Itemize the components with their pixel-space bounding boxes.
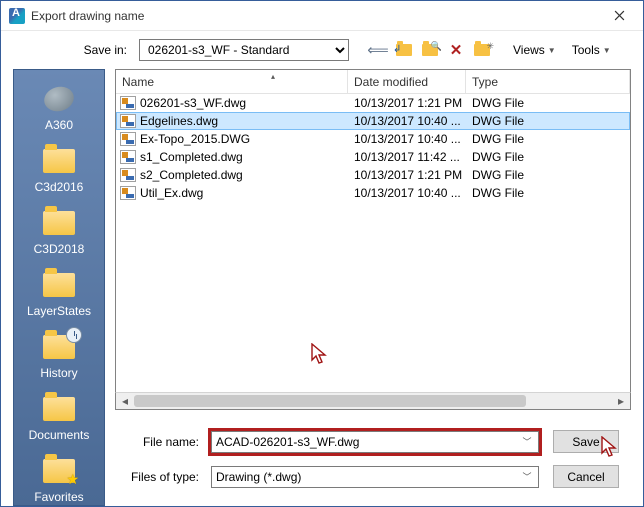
sidebar-item-c3d2018[interactable]: C3D2018	[23, 204, 95, 260]
column-type[interactable]: Type	[466, 70, 630, 93]
files-of-type-label: Files of type:	[127, 470, 199, 484]
file-type: DWG File	[466, 132, 630, 146]
file-name: Edgelines.dwg	[140, 114, 218, 128]
back-button[interactable]: ⟸	[367, 39, 389, 61]
file-name: Ex-Topo_2015.DWG	[140, 132, 250, 146]
file-name: 026201-s3_WF.dwg	[140, 96, 246, 110]
file-date: 10/13/2017 10:40 ...	[348, 114, 466, 128]
delete-button[interactable]: ✕	[445, 39, 467, 61]
scroll-right-icon[interactable]: ▸	[612, 393, 630, 409]
file-name: s1_Completed.dwg	[140, 150, 243, 164]
column-headers: Name Date modified Type	[116, 70, 630, 94]
file-row[interactable]: 026201-s3_WF.dwg 10/13/2017 1:21 PMDWG Fi…	[116, 94, 630, 112]
folder-icon	[41, 208, 77, 238]
file-type: DWG File	[466, 150, 630, 164]
sidebar-item-label: LayerStates	[27, 304, 91, 318]
sidebar-item-history[interactable]: History	[23, 328, 95, 384]
title-bar: Export drawing name	[1, 1, 643, 31]
file-row[interactable]: s2_Completed.dwg 10/13/2017 1:21 PMDWG Fi…	[116, 166, 630, 184]
history-icon	[41, 332, 77, 362]
cancel-button[interactable]: Cancel	[553, 465, 619, 488]
sidebar-item-favorites[interactable]: ★ Favorites	[23, 452, 95, 506]
save-in-dropdown[interactable]: 026201-s3_WF - Standard	[139, 39, 349, 61]
sidebar-item-label: C3D2018	[34, 242, 85, 256]
search-web-button[interactable]: 🔍	[419, 39, 441, 61]
sidebar-item-a360[interactable]: A360	[23, 80, 95, 136]
files-of-type-dropdown[interactable]: Drawing (*.dwg)﹀	[211, 466, 539, 488]
window-title: Export drawing name	[31, 9, 597, 23]
file-date: 10/13/2017 1:21 PM	[348, 168, 466, 182]
file-row[interactable]: Edgelines.dwg 10/13/2017 10:40 ...DWG Fil…	[116, 112, 630, 130]
close-button[interactable]	[597, 2, 641, 30]
file-date: 10/13/2017 11:42 ...	[348, 150, 466, 164]
horizontal-scrollbar[interactable]: ◂ ▸	[115, 392, 631, 410]
autodesk-icon	[9, 8, 25, 24]
toolbar: Save in: 026201-s3_WF - Standard ⟸ ↲ 🔍 ✕…	[1, 31, 643, 69]
sidebar-item-label: Documents	[29, 428, 90, 442]
file-name: Util_Ex.dwg	[140, 186, 203, 200]
folder-icon	[41, 394, 77, 424]
file-date: 10/13/2017 10:40 ...	[348, 186, 466, 200]
file-row[interactable]: Util_Ex.dwg 10/13/2017 10:40 ...DWG File	[116, 184, 630, 202]
file-type: DWG File	[466, 186, 630, 200]
dwg-file-icon	[120, 168, 136, 182]
folder-icon	[41, 270, 77, 300]
dwg-file-icon	[120, 114, 136, 128]
file-name: s2_Completed.dwg	[140, 168, 243, 182]
up-folder-button[interactable]: ↲	[393, 39, 415, 61]
file-row[interactable]: s1_Completed.dwg 10/13/2017 11:42 ...DWG …	[116, 148, 630, 166]
a360-icon	[41, 84, 77, 114]
folder-icon	[41, 146, 77, 176]
new-folder-button[interactable]: ✳	[471, 39, 493, 61]
places-sidebar[interactable]: A360 C3d2016 C3D2018 LayerStates History Docu…	[13, 69, 105, 506]
file-pane: ▴ Name Date modified Type 026201-s3_WF.d…	[115, 69, 631, 506]
dwg-file-icon	[120, 150, 136, 164]
file-name-input[interactable]: ACAD-026201-s3_WF.dwg﹀	[211, 431, 539, 453]
file-name-label: File name:	[127, 435, 199, 449]
sidebar-item-label: History	[40, 366, 77, 380]
file-date: 10/13/2017 1:21 PM	[348, 96, 466, 110]
sidebar-item-label: Favorites	[34, 490, 83, 504]
dwg-file-icon	[120, 132, 136, 146]
sidebar-item-label: C3d2016	[35, 180, 84, 194]
file-list[interactable]: ▴ Name Date modified Type 026201-s3_WF.d…	[115, 69, 631, 392]
file-type: DWG File	[466, 168, 630, 182]
favorites-icon: ★	[41, 456, 77, 486]
file-type: DWG File	[466, 114, 630, 128]
sidebar-item-documents[interactable]: Documents	[23, 390, 95, 446]
save-in-label: Save in:	[71, 43, 127, 57]
dwg-file-icon	[120, 186, 136, 200]
scrollbar-thumb[interactable]	[134, 395, 526, 407]
export-dialog: Export drawing name Save in: 026201-s3_W…	[0, 0, 644, 507]
dwg-file-icon	[120, 96, 136, 110]
tools-menu[interactable]: Tools▼	[570, 41, 613, 59]
sidebar-item-label: A360	[45, 118, 73, 132]
views-menu[interactable]: Views▼	[511, 41, 558, 59]
sidebar-item-c3d2016[interactable]: C3d2016	[23, 142, 95, 198]
column-date-modified[interactable]: Date modified	[348, 70, 466, 93]
scroll-left-icon[interactable]: ◂	[116, 393, 134, 409]
column-name[interactable]: Name	[116, 70, 348, 93]
file-row[interactable]: Ex-Topo_2015.DWG 10/13/2017 10:40 ...DWG …	[116, 130, 630, 148]
file-type: DWG File	[466, 96, 630, 110]
sidebar-item-layerstates[interactable]: LayerStates	[23, 266, 95, 322]
file-date: 10/13/2017 10:40 ...	[348, 132, 466, 146]
